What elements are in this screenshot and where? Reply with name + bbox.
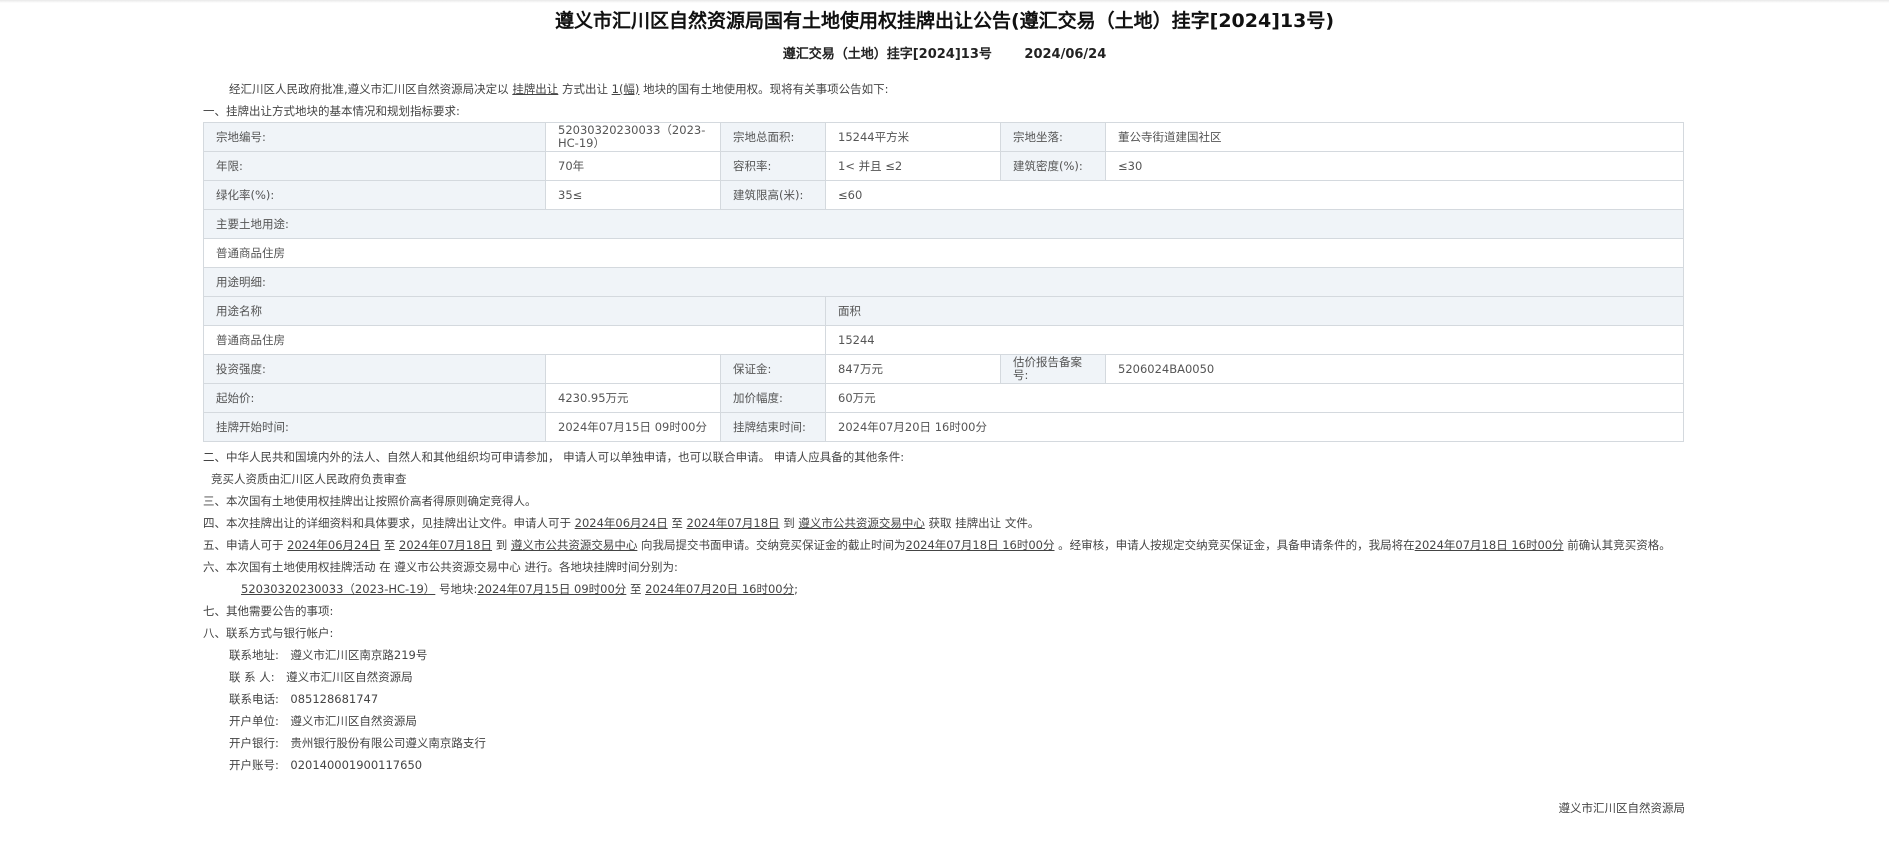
term-value: 70年 xyxy=(545,151,721,181)
contact-phone: 联系电话: 085128681747 xyxy=(229,692,379,706)
confirm-date-link: 2024年07月18日 16时00分 xyxy=(1414,538,1564,552)
place-link: 遵义市公共资源交易中心 xyxy=(510,538,638,552)
use-area-value: 15244 xyxy=(825,325,1684,355)
section-4: 四、本次挂牌出让的详细资料和具体要求，见挂牌出让文件。申请人可于 2024年06… xyxy=(203,516,1040,530)
far-value: 1< 并且 ≤2 xyxy=(825,151,1001,181)
date-link: 2024年06月24日 xyxy=(574,516,668,530)
place-link: 遵义市公共资源交易中心 xyxy=(798,516,925,530)
intro-paragraph: 经汇川区人民政府批准,遵义市汇川区自然资源局决定以 挂牌出让 方式出让 1(幅)… xyxy=(229,82,889,96)
date-link: 2024年07月20日 16时00分 xyxy=(645,582,795,596)
density-label: 建筑密度(%): xyxy=(1000,151,1106,181)
parcel-info-table: 宗地编号: 52030320230033（2023-HC-19） 宗地总面积: … xyxy=(203,122,1684,442)
contact-address: 联系地址: 遵义市汇川区南京路219号 xyxy=(229,648,428,662)
parcel-no-value: 52030320230033（2023-HC-19） xyxy=(545,122,721,152)
start-price-value: 4230.95万元 xyxy=(545,383,721,413)
section-6: 六、本次国有土地使用权挂牌活动 在 遵义市公共资源交易中心 进行。各地块挂牌时间… xyxy=(203,560,678,574)
doc-number: 遵汇交易（土地）挂字[2024]13号 xyxy=(782,47,992,62)
listing-start-label: 挂牌开始时间: xyxy=(203,412,546,442)
deposit-value: 847万元 xyxy=(825,354,1001,384)
account-number: 开户账号: 0201400019001176​50 xyxy=(229,758,423,772)
section-7: 七、其他需要公告的事项: xyxy=(203,604,334,618)
green-label: 绿化率(%): xyxy=(203,180,546,210)
announcement-body: 经汇川区人民政府批准,遵义市汇川区自然资源局决定以 挂牌出让 方式出让 1(幅)… xyxy=(203,78,1685,776)
use-name-value: 普通商品住房 xyxy=(203,325,826,355)
deposit-label: 保证金: xyxy=(720,354,826,384)
location-label: 宗地坐落: xyxy=(1000,122,1106,152)
account-unit: 开户单位: 遵义市汇川区自然资源局 xyxy=(229,714,417,728)
date-link: 2024年07月15日 09时00分 xyxy=(477,582,627,596)
appraisal-label: 估价报告备案号: xyxy=(1000,354,1106,384)
table-row: 投资强度: 保证金: 847万元 估价报告备案号: 5206024BA0050 xyxy=(203,354,1684,384)
page-title: 遵义市汇川区自然资源局国有土地使用权挂牌出让公告(遵汇交易（土地）挂字[2024… xyxy=(554,10,1335,32)
table-row: 起始价: 4230.95万元 加价幅度: 60万元 xyxy=(203,383,1684,413)
table-row: 普通商品住房 xyxy=(203,238,1684,268)
table-row: 用途名称 面积 xyxy=(203,296,1684,326)
section-1-heading: 一、挂牌出让方式地块的基本情况和规划指标要求: xyxy=(203,104,460,118)
doc-subtitle: 遵汇交易（土地）挂字[2024]13号 2024/06/24 xyxy=(0,43,1889,62)
listing-start-value: 2024年07月15日 09时00分 xyxy=(545,412,721,442)
table-row: 绿化率(%): 35≤ 建筑限高(米): ≤60 xyxy=(203,180,1684,210)
listing-end-label: 挂牌结束时间: xyxy=(720,412,826,442)
table-row: 宗地编号: 52030320230033（2023-HC-19） 宗地总面积: … xyxy=(203,122,1684,152)
density-value: ≤30 xyxy=(1105,151,1684,181)
listing-end-value: 2024年07月20日 16时00分 xyxy=(825,412,1684,442)
signature: 遵义市汇川区自然资源局 xyxy=(1558,801,1686,815)
account-bank: 开户银行: 贵州银行股份有限公司遵义南京路支行 xyxy=(229,736,486,750)
table-row: 主要土地用途: xyxy=(203,209,1684,239)
section-6-schedule: 52030320230033（2023-HC-19） 号地块:2024年07月1… xyxy=(241,582,798,596)
table-row: 用途明细: xyxy=(203,267,1684,297)
table-row: 挂牌开始时间: 2024年07月15日 09时00分 挂牌结束时间: 2024年… xyxy=(203,412,1684,442)
invest-label: 投资强度: xyxy=(203,354,546,384)
use-area-header: 面积 xyxy=(825,296,1684,326)
section-3: 三、本次国有土地使用权挂牌出让按照价高者得原则确定竞得人。 xyxy=(203,494,537,508)
green-value: 35≤ xyxy=(545,180,721,210)
count-link: 1(幅) xyxy=(611,82,640,96)
far-label: 容积率: xyxy=(720,151,826,181)
table-row: 年限: 70年 容积率: 1< 并且 ≤2 建筑密度(%): ≤30 xyxy=(203,151,1684,181)
height-label: 建筑限高(米): xyxy=(720,180,826,210)
main-use-label: 主要土地用途: xyxy=(203,209,1684,239)
section-2: 二、中华人民共和国境内外的法人、自然人和其他组织均可申请参加， 申请人可以单独申… xyxy=(203,450,905,464)
section-8: 八、联系方式与银行帐户: xyxy=(203,626,334,640)
section-5: 五、申请人可于 2024年06月24日 至 2024年07月18日 到 遵义市公… xyxy=(203,538,1671,552)
parcel-link: 52030320230033（2023-HC-19） xyxy=(241,582,436,596)
date-link: 2024年07月18日 xyxy=(399,538,493,552)
area-value: 15244平方米 xyxy=(825,122,1001,152)
increment-value: 60万元 xyxy=(825,383,1684,413)
doc-date: 2024/06/24 xyxy=(1024,47,1107,62)
date-link: 2024年06月24日 xyxy=(287,538,381,552)
use-name-header: 用途名称 xyxy=(203,296,826,326)
table-row: 普通商品住房 15244 xyxy=(203,325,1684,355)
parcel-no-label: 宗地编号: xyxy=(203,122,546,152)
start-price-label: 起始价: xyxy=(203,383,546,413)
term-label: 年限: xyxy=(203,151,546,181)
use-detail-label: 用途明细: xyxy=(203,267,1684,297)
appraisal-value: 5206024BA0050 xyxy=(1105,354,1684,384)
section-2-condition: 竞买人资质由汇川区人民政府负责审查 xyxy=(211,472,407,486)
top-shadow-line xyxy=(0,0,1889,3)
date-link: 2024年07月18日 xyxy=(686,516,780,530)
method-link: 挂牌出让 xyxy=(512,82,559,96)
contact-person: 联 系 人: 遵义市汇川区自然资源局 xyxy=(229,670,413,684)
area-label: 宗地总面积: xyxy=(720,122,826,152)
main-use-value: 普通商品住房 xyxy=(203,238,1684,268)
increment-label: 加价幅度: xyxy=(720,383,826,413)
deadline-link: 2024年07月18日 16时00分 xyxy=(905,538,1055,552)
location-value: 董公寺街道建国社区 xyxy=(1105,122,1684,152)
invest-value xyxy=(545,354,721,384)
height-value: ≤60 xyxy=(825,180,1684,210)
